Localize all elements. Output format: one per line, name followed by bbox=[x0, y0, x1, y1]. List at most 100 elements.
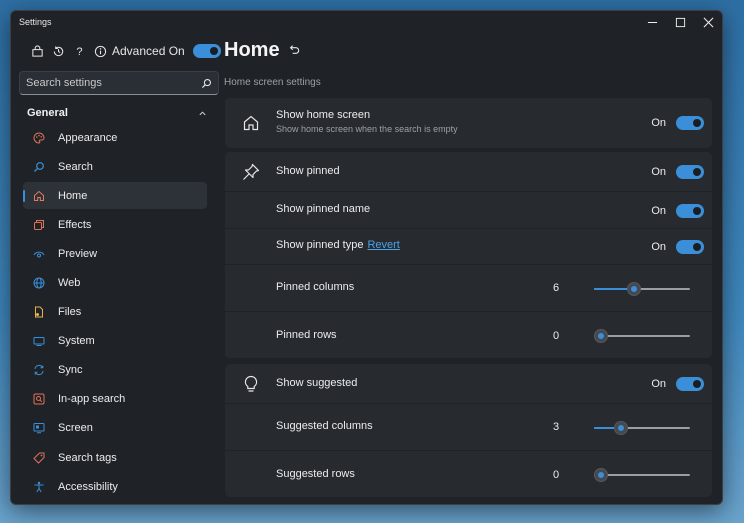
sidebar-item-search[interactable]: Search bbox=[23, 153, 207, 180]
sidebar-item-label: In-app search bbox=[58, 393, 126, 406]
slider-thumb[interactable] bbox=[627, 282, 641, 296]
maximize-button[interactable] bbox=[666, 11, 694, 33]
close-button[interactable] bbox=[694, 11, 722, 33]
slider-track bbox=[594, 335, 690, 337]
setting-row-suggested-columns: Suggested columns 3 bbox=[225, 404, 712, 451]
sidebar-toolbar: ? Advanced On bbox=[31, 41, 221, 61]
sidebar-item-label: Home bbox=[58, 189, 88, 202]
tag-icon bbox=[33, 452, 45, 464]
slider-value: 3 bbox=[553, 421, 560, 433]
show-pinned-type-toggle[interactable] bbox=[676, 240, 704, 254]
help-icon[interactable]: ? bbox=[73, 45, 86, 58]
minimize-icon bbox=[647, 21, 657, 23]
toggle-state-text: On bbox=[651, 117, 666, 129]
sidebar-item-effects[interactable]: Effects bbox=[23, 211, 207, 238]
sidebar-item-appearance[interactable]: Appearance bbox=[23, 124, 207, 151]
sidebar-item-sync[interactable]: Sync bbox=[23, 357, 207, 384]
screen-icon bbox=[33, 422, 45, 434]
lightbulb-icon bbox=[242, 375, 260, 393]
suggested-rows-slider[interactable] bbox=[594, 468, 690, 482]
setting-row-show-home: Show home screen Show home screen when t… bbox=[225, 98, 712, 148]
globe-icon bbox=[33, 277, 45, 289]
info-icon[interactable] bbox=[94, 45, 107, 58]
group-header-general[interactable]: General bbox=[27, 105, 207, 121]
pinned-card: Show pinned On Show pinned name On Show … bbox=[225, 152, 712, 358]
effects-icon bbox=[33, 219, 45, 231]
main-content: Home Home screen settings Show home scre… bbox=[224, 35, 722, 504]
show-home-toggle[interactable] bbox=[676, 116, 704, 130]
slider-value: 0 bbox=[553, 469, 560, 481]
slider-thumb[interactable] bbox=[594, 329, 608, 343]
minimize-button[interactable] bbox=[638, 11, 666, 33]
files-icon bbox=[33, 306, 45, 318]
toggle-state-text: On bbox=[651, 205, 666, 217]
appearance-icon bbox=[33, 131, 45, 144]
group-title: General bbox=[27, 107, 68, 119]
search-box bbox=[19, 71, 219, 95]
pinned-columns-slider[interactable] bbox=[594, 282, 690, 296]
slider-track bbox=[594, 474, 690, 476]
sidebar-item-label: Files bbox=[58, 306, 82, 319]
history-icon[interactable] bbox=[52, 45, 65, 58]
sidebar-item-home[interactable]: Home bbox=[23, 182, 207, 210]
pin-icon bbox=[242, 163, 260, 181]
search-input[interactable] bbox=[26, 77, 201, 89]
page-subtitle: Home screen settings bbox=[224, 77, 321, 88]
sidebar-item-preview[interactable]: Preview bbox=[23, 240, 207, 267]
sidebar-item-label: Effects bbox=[58, 218, 92, 231]
setting-label: Suggested rows bbox=[276, 468, 355, 480]
sidebar-item-search-tags[interactable]: Search tags bbox=[23, 444, 207, 471]
setting-label: Show pinned type Revert bbox=[276, 239, 400, 251]
reset-icon[interactable] bbox=[288, 44, 301, 57]
sidebar-item-label: Web bbox=[58, 276, 81, 289]
sidebar-item-label: Search tags bbox=[58, 451, 117, 464]
svg-text:?: ? bbox=[76, 46, 82, 58]
title-bar: Settings bbox=[11, 11, 722, 35]
maximize-icon bbox=[675, 17, 685, 27]
slider-value: 6 bbox=[553, 282, 560, 294]
sidebar-item-label: Appearance bbox=[58, 131, 118, 144]
setting-row-pinned-rows: Pinned rows 0 bbox=[225, 312, 712, 358]
sidebar-item-system[interactable]: System bbox=[23, 328, 207, 355]
toggle-state-text: On bbox=[651, 378, 666, 390]
page-title: Home bbox=[224, 39, 301, 62]
setting-description: Show home screen when the search is empt… bbox=[276, 124, 458, 134]
show-pinned-toggle[interactable] bbox=[676, 165, 704, 179]
slider-value: 0 bbox=[553, 330, 560, 342]
system-icon bbox=[33, 335, 45, 347]
sidebar-item-files[interactable]: Files bbox=[23, 299, 207, 326]
suggested-columns-slider[interactable] bbox=[594, 421, 690, 435]
search-icon bbox=[33, 161, 45, 173]
setting-label: Show suggested bbox=[276, 377, 358, 389]
sidebar-item-label: Preview bbox=[58, 247, 98, 260]
slider-thumb[interactable] bbox=[614, 421, 628, 435]
page-title-text: Home bbox=[224, 39, 280, 61]
setting-row-show-pinned-name: Show pinned name On bbox=[225, 192, 712, 229]
revert-link[interactable]: Revert bbox=[367, 239, 399, 251]
show-pinned-name-toggle[interactable] bbox=[676, 204, 704, 218]
sidebar-item-in-app-search[interactable]: In-app search bbox=[23, 386, 207, 413]
home-icon bbox=[33, 190, 45, 202]
store-icon[interactable] bbox=[31, 44, 44, 58]
toggle-state-text: On bbox=[651, 166, 666, 178]
sidebar-item-label: Sync bbox=[58, 364, 83, 377]
setting-label: Pinned columns bbox=[276, 281, 355, 293]
advanced-toggle[interactable] bbox=[192, 44, 221, 58]
sidebar-nav: Appearance Search Home Effects Preview W… bbox=[23, 124, 207, 502]
accessibility-icon bbox=[33, 481, 45, 493]
chevron-up-icon bbox=[199, 110, 206, 115]
in-app-search-icon bbox=[33, 393, 45, 405]
sidebar-item-screen[interactable]: Screen bbox=[23, 415, 207, 442]
sidebar-item-label: Accessibility bbox=[58, 480, 118, 493]
slider-thumb[interactable] bbox=[594, 468, 608, 482]
window-title: Settings bbox=[19, 17, 52, 27]
setting-label: Show pinned name bbox=[276, 203, 371, 215]
advanced-label: Advanced On bbox=[112, 44, 185, 58]
show-suggested-toggle[interactable] bbox=[676, 377, 704, 391]
sidebar: ? Advanced On General Appearance Search bbox=[11, 35, 221, 504]
setting-label: Show home screen bbox=[276, 109, 371, 121]
pinned-rows-slider[interactable] bbox=[594, 329, 690, 343]
sidebar-item-web[interactable]: Web bbox=[23, 269, 207, 296]
sidebar-item-accessibility[interactable]: Accessibility bbox=[23, 473, 207, 500]
search-icon[interactable] bbox=[201, 78, 212, 89]
